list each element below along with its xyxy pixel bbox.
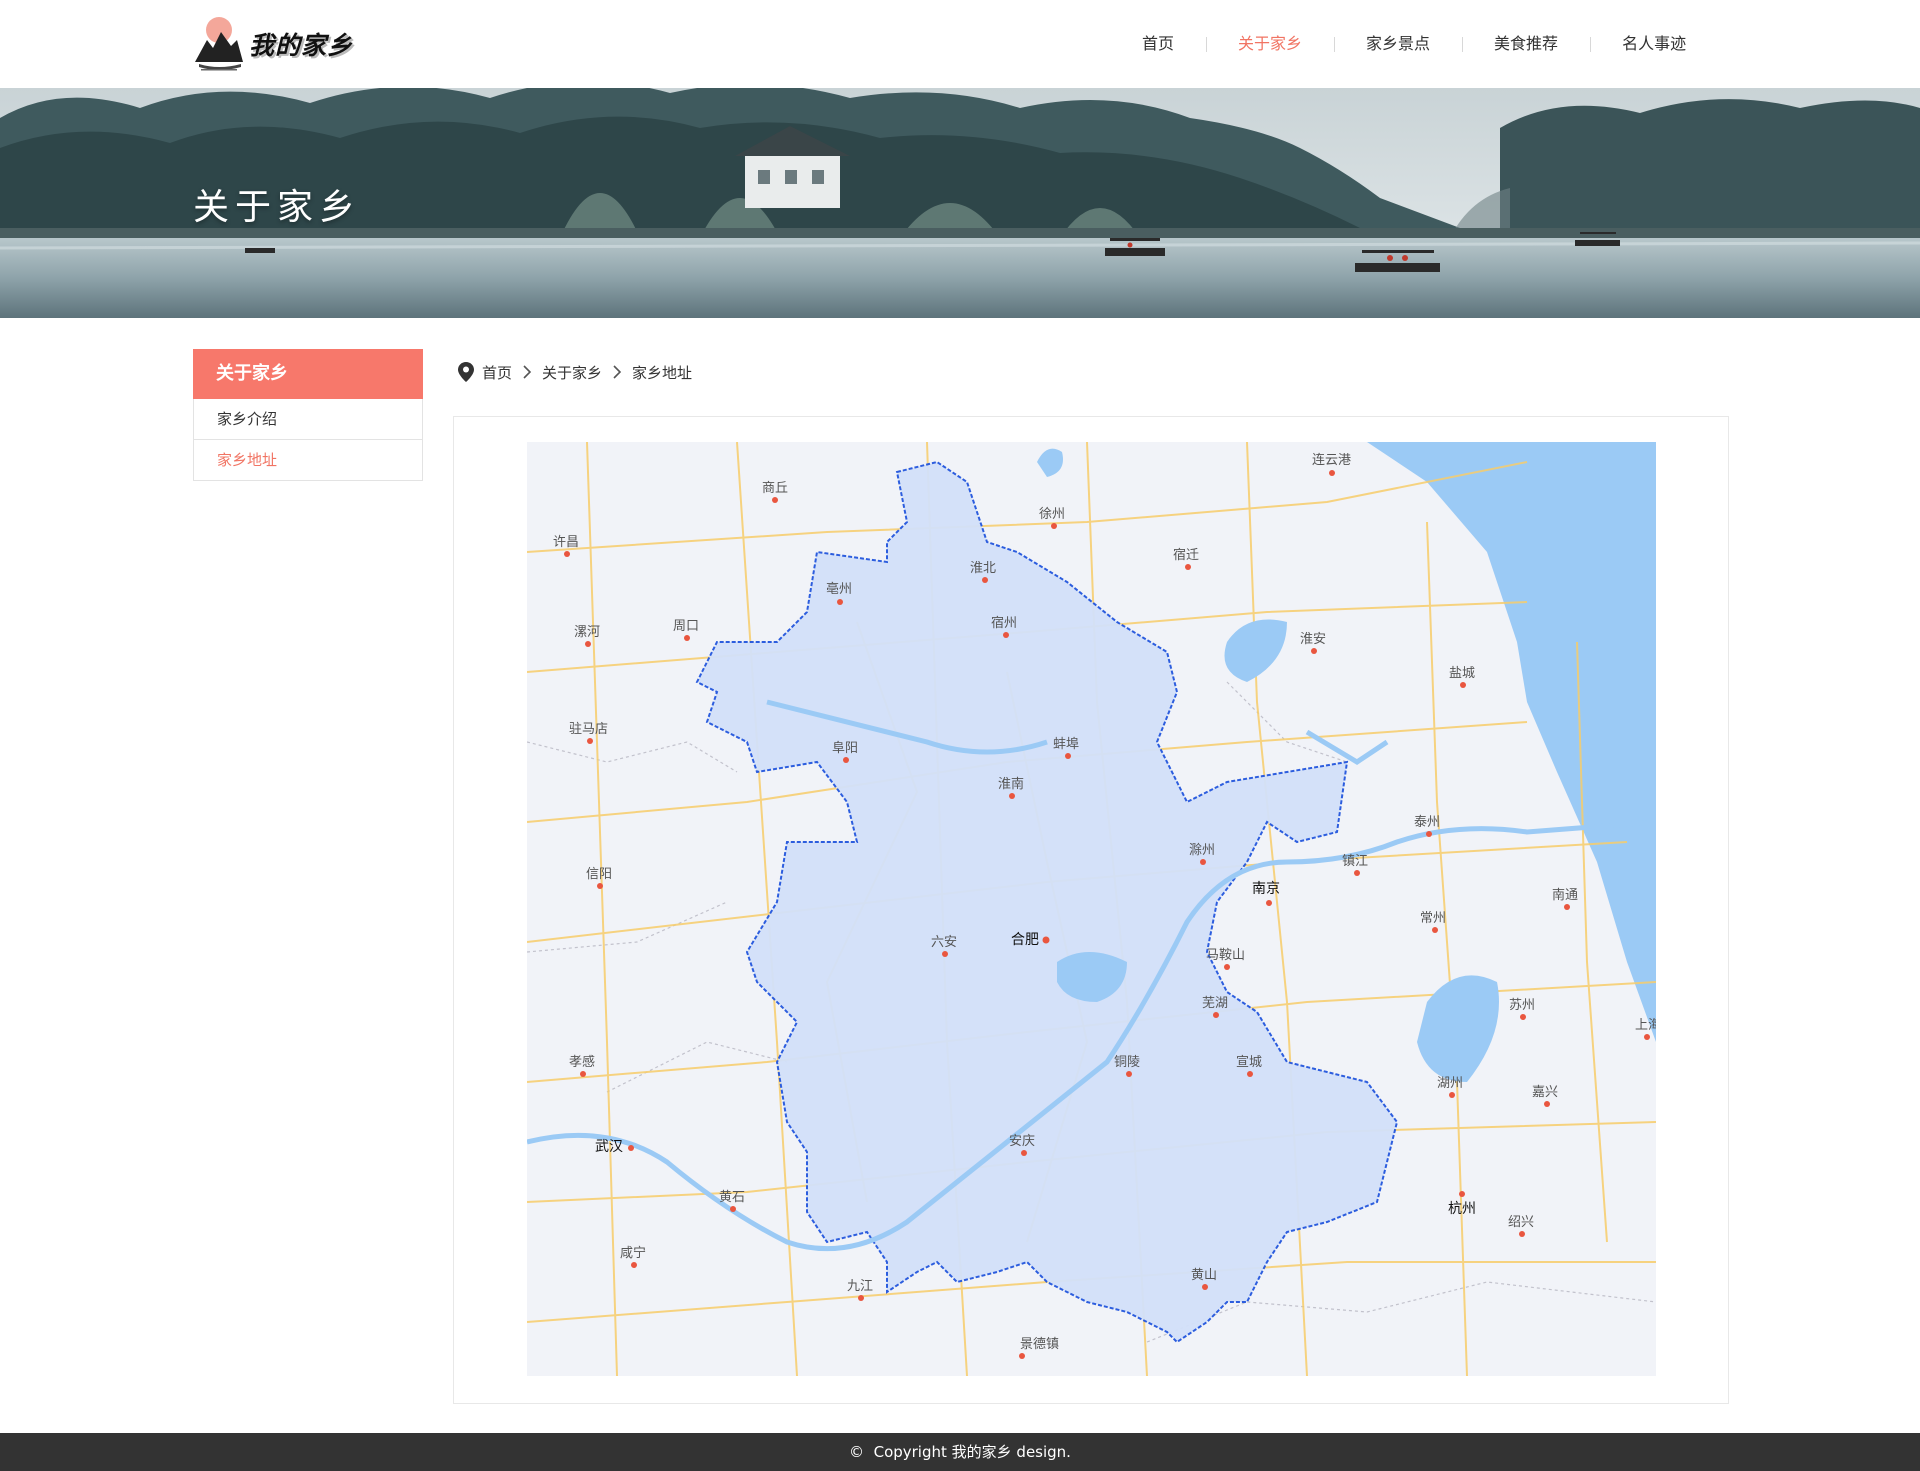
city-label: 漯河	[574, 625, 600, 640]
city-label: 孝感	[569, 1054, 595, 1070]
city-label: 商丘	[762, 481, 788, 496]
city-label: 常州	[1420, 911, 1446, 926]
banner-title: 关于家乡	[193, 187, 362, 228]
nav-about[interactable]: 关于家乡	[1206, 28, 1334, 60]
city-label: 宣城	[1236, 1054, 1262, 1070]
breadcrumb-about[interactable]: 关于家乡	[542, 362, 602, 383]
hero-banner: 关于家乡	[0, 88, 1920, 318]
map[interactable]: 连云港 商丘 徐州 许昌 淮北 宿迁 亳州 宿州 漯河 周口 淮安 盐城 驻马店…	[527, 442, 1656, 1376]
city-label: 黄山	[1191, 1268, 1217, 1283]
city-label: 淮南	[998, 776, 1024, 792]
city-marker: 徐州	[1039, 507, 1065, 529]
city-marker: 绍兴	[1508, 1215, 1534, 1237]
city-label: 淮北	[970, 561, 996, 576]
city-marker: 镇江	[1342, 854, 1368, 876]
city-label: 景德镇	[1020, 1337, 1059, 1352]
city-label: 宿州	[991, 615, 1017, 631]
chevron-right-icon	[520, 365, 534, 379]
city-label: 上海	[1635, 1018, 1656, 1033]
nav-celebrities[interactable]: 名人事迹	[1590, 28, 1718, 60]
city-marker: 南京	[1252, 881, 1280, 906]
city-marker: 上海	[1635, 1018, 1656, 1040]
site-header: 我的家乡 首页 关于家乡 家乡景点 美食推荐 名人事迹	[0, 0, 1920, 88]
city-marker: 宿迁	[1173, 547, 1199, 570]
city-marker: 杭州	[1448, 1191, 1476, 1217]
city-label: 九江	[847, 1279, 873, 1294]
city-label: 南京	[1252, 881, 1280, 897]
sidebar: 关于家乡 家乡介绍 家乡地址	[193, 349, 423, 481]
city-label: 苏州	[1509, 997, 1535, 1013]
city-marker: 嘉兴	[1532, 1085, 1558, 1107]
city-marker: 连云港	[1312, 452, 1351, 476]
city-label: 信阳	[586, 867, 612, 882]
city-label: 黄石	[719, 1190, 745, 1205]
city-label: 镇江	[1342, 854, 1368, 869]
city-marker: 淮安	[1300, 632, 1326, 654]
city-label: 滁州	[1189, 842, 1215, 858]
city-label: 马鞍山	[1206, 947, 1245, 963]
chevron-right-icon	[610, 365, 624, 379]
breadcrumb: 首页 关于家乡 家乡地址	[458, 358, 692, 386]
city-marker: 驻马店	[569, 722, 608, 744]
city-label: 蚌埠	[1053, 737, 1079, 752]
site-footer: © Copyright 我的家乡 design.	[0, 1433, 1920, 1471]
nav-home[interactable]: 首页	[1110, 28, 1206, 60]
breadcrumb-current: 家乡地址	[632, 363, 693, 382]
city-label: 亳州	[826, 581, 852, 597]
sidebar-item-intro[interactable]: 家乡介绍	[193, 399, 423, 440]
city-label: 连云港	[1312, 452, 1351, 468]
logo-text: 我的家乡	[249, 31, 354, 60]
map-canvas: 连云港 商丘 徐州 许昌 淮北 宿迁 亳州 宿州 漯河 周口 淮安 盐城 驻马店…	[527, 442, 1656, 1376]
city-label: 驻马店	[569, 722, 608, 737]
city-marker: 湖州	[1437, 1076, 1463, 1098]
city-label: 武汉	[595, 1139, 623, 1155]
city-marker: 南通	[1552, 887, 1578, 910]
city-marker: 周口	[673, 619, 699, 641]
sidebar-heading: 关于家乡	[193, 349, 423, 399]
city-marker: 黄石	[719, 1190, 745, 1212]
city-label: 嘉兴	[1532, 1085, 1558, 1100]
city-marker: 盐城	[1449, 666, 1475, 688]
city-marker: 许昌	[553, 535, 579, 557]
city-marker: 商丘	[762, 481, 788, 503]
city-label: 宿迁	[1173, 547, 1199, 563]
main-nav: 首页 关于家乡 家乡景点 美食推荐 名人事迹	[1110, 28, 1718, 60]
city-marker: 景德镇	[1019, 1337, 1059, 1359]
city-marker: 常州	[1420, 911, 1446, 933]
city-marker: 漯河	[574, 625, 600, 647]
copyright-text: Copyright 我的家乡 design.	[873, 1443, 1071, 1461]
sidebar-item-address[interactable]: 家乡地址	[193, 440, 423, 481]
city-label: 南通	[1552, 887, 1578, 903]
city-marker: 孝感	[569, 1054, 595, 1077]
city-label: 咸宁	[620, 1245, 646, 1261]
city-marker: 咸宁	[620, 1245, 646, 1268]
city-label: 周口	[673, 619, 699, 634]
logo-mountain-icon	[193, 14, 245, 74]
city-label: 杭州	[1448, 1201, 1476, 1217]
city-label: 六安	[931, 935, 957, 950]
city-label: 绍兴	[1508, 1215, 1534, 1230]
city-label: 盐城	[1449, 666, 1475, 681]
map-container: 连云港 商丘 徐州 许昌 淮北 宿迁 亳州 宿州 漯河 周口 淮安 盐城 驻马店…	[453, 416, 1729, 1404]
breadcrumb-home[interactable]: 首页	[482, 362, 512, 383]
city-label: 淮安	[1300, 632, 1326, 647]
city-label: 湖州	[1437, 1076, 1463, 1091]
nav-food[interactable]: 美食推荐	[1462, 28, 1590, 60]
city-label: 合肥	[1011, 932, 1039, 948]
copyright-symbol: ©	[849, 1443, 865, 1461]
city-label: 泰州	[1414, 815, 1440, 830]
city-label: 安庆	[1009, 1134, 1035, 1149]
site-logo[interactable]: 我的家乡	[193, 12, 363, 76]
nav-attractions[interactable]: 家乡景点	[1334, 28, 1462, 60]
city-label: 阜阳	[832, 740, 858, 756]
city-marker: 信阳	[586, 867, 612, 889]
city-label: 芜湖	[1202, 996, 1228, 1011]
city-label: 铜陵	[1114, 1055, 1140, 1070]
location-pin-icon	[458, 362, 474, 382]
city-label: 徐州	[1039, 507, 1065, 522]
city-label: 许昌	[553, 535, 579, 550]
city-marker: 苏州	[1509, 997, 1535, 1020]
